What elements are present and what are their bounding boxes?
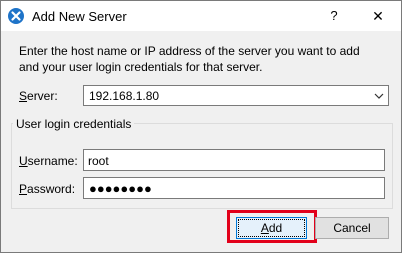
username-value: root <box>88 154 109 168</box>
password-label: Password: <box>19 182 75 196</box>
password-label-text: assword: <box>27 182 76 196</box>
add-button-focus-rect <box>238 219 305 237</box>
chevron-down-icon[interactable] <box>374 90 384 104</box>
title-bar: Add New Server ? ✕ <box>1 1 401 31</box>
instructions-text: Enter the host name or IP address of the… <box>19 43 389 75</box>
credentials-group-title: User login credentials <box>13 117 135 131</box>
instructions-line-2: and your user login credentials for that… <box>19 60 263 74</box>
cancel-button[interactable]: Cancel <box>315 217 389 239</box>
window-title: Add New Server <box>32 9 127 24</box>
username-field[interactable]: root <box>83 149 385 171</box>
server-value: 192.168.1.80 <box>89 89 160 103</box>
password-field[interactable]: ●●●●●●●● <box>83 177 385 199</box>
server-label-hotkey: S <box>19 89 28 103</box>
server-combobox[interactable]: 192.168.1.80 <box>83 85 389 106</box>
add-server-dialog: Add New Server ? ✕ Enter the host name o… <box>0 0 402 253</box>
instructions-line-1: Enter the host name or IP address of the… <box>19 44 360 58</box>
close-button[interactable]: ✕ <box>367 5 389 27</box>
username-label-text: sername: <box>27 154 78 168</box>
add-button[interactable]: Add <box>236 217 307 239</box>
password-masked-value: ●●●●●●●● <box>89 181 152 196</box>
username-label: Username: <box>19 154 78 168</box>
server-label-text: erver: <box>27 89 58 103</box>
help-button[interactable]: ? <box>323 5 345 27</box>
password-label-hotkey: P <box>19 182 28 196</box>
username-label-hotkey: U <box>19 154 28 168</box>
server-label: Server: <box>19 89 58 103</box>
app-logo-icon <box>8 8 24 24</box>
